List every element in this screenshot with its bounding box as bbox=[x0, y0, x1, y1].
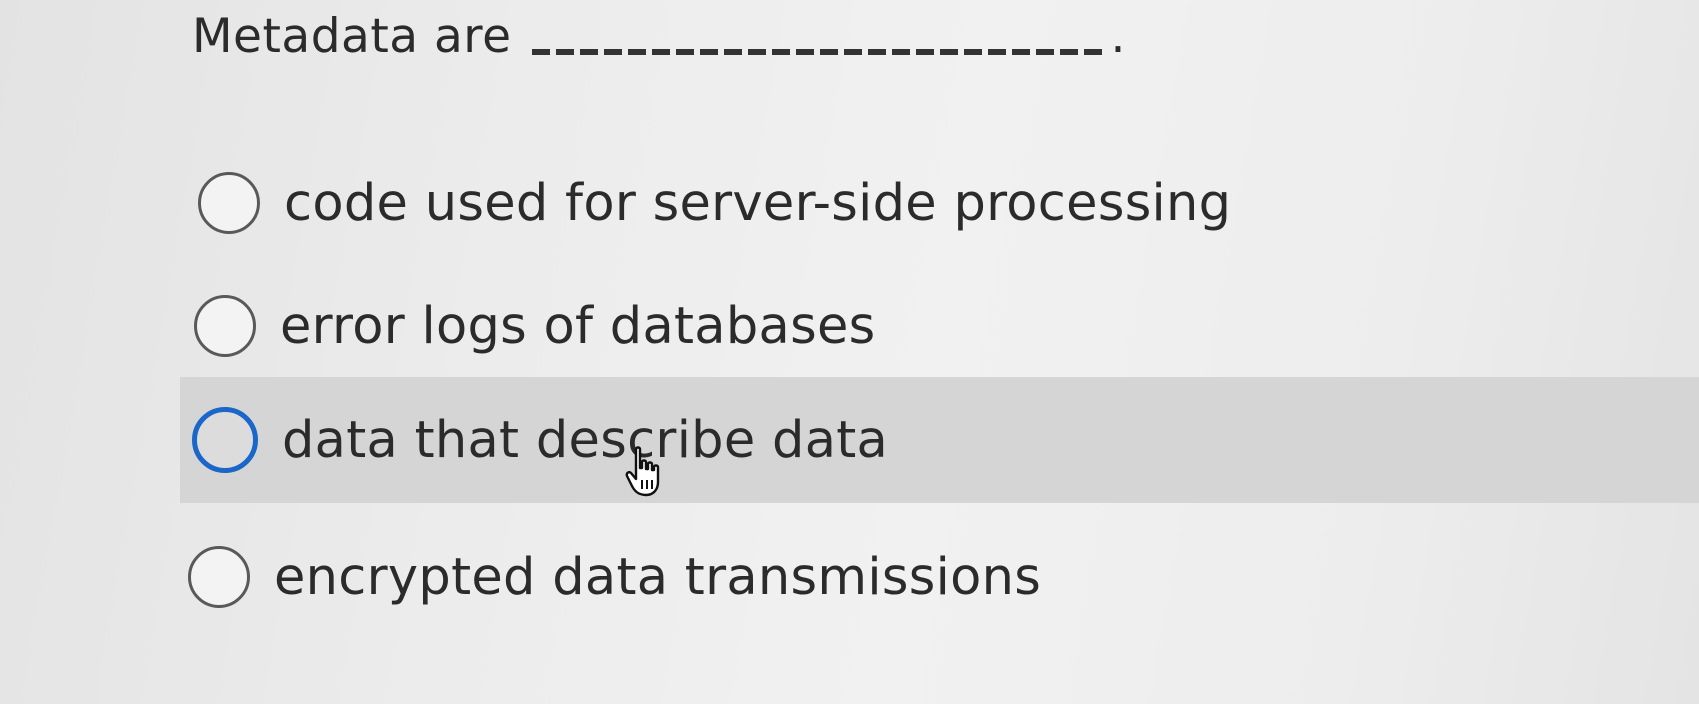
radio-button[interactable] bbox=[194, 295, 256, 357]
hand-pointer-icon bbox=[625, 446, 660, 497]
radio-button[interactable] bbox=[198, 172, 260, 234]
option-label: data that describe data bbox=[282, 410, 889, 470]
option-2[interactable]: error logs of databases bbox=[194, 263, 1294, 389]
option-4[interactable]: encrypted data transmissions bbox=[186, 514, 1286, 640]
option-1[interactable]: code used for server-side processing bbox=[194, 140, 1294, 266]
option-label: error logs of databases bbox=[280, 296, 876, 356]
radio-button[interactable] bbox=[188, 546, 250, 608]
answer-options: code used for server-side processing err… bbox=[0, 0, 1699, 704]
option-label: encrypted data transmissions bbox=[274, 547, 1042, 607]
option-label: code used for server-side processing bbox=[284, 173, 1232, 233]
option-3[interactable]: data that describe data bbox=[180, 377, 1699, 503]
radio-button[interactable] bbox=[192, 407, 258, 473]
